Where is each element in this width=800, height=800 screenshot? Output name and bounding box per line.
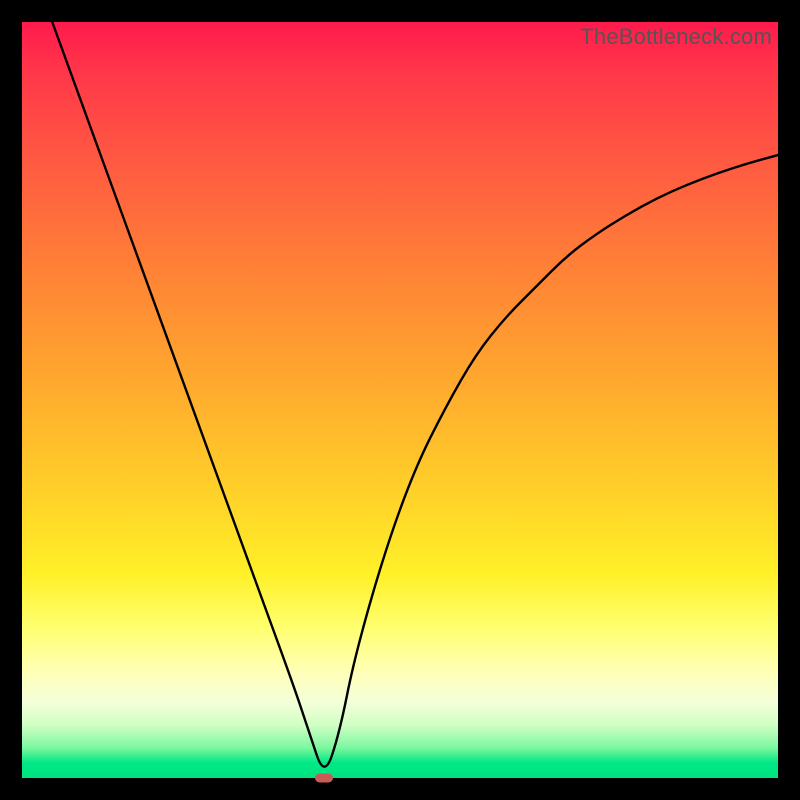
bottleneck-curve — [22, 22, 778, 778]
chart-frame: TheBottleneck.com — [0, 0, 800, 800]
chart-plot-area: TheBottleneck.com — [22, 22, 778, 778]
optimal-point-marker — [315, 774, 333, 783]
